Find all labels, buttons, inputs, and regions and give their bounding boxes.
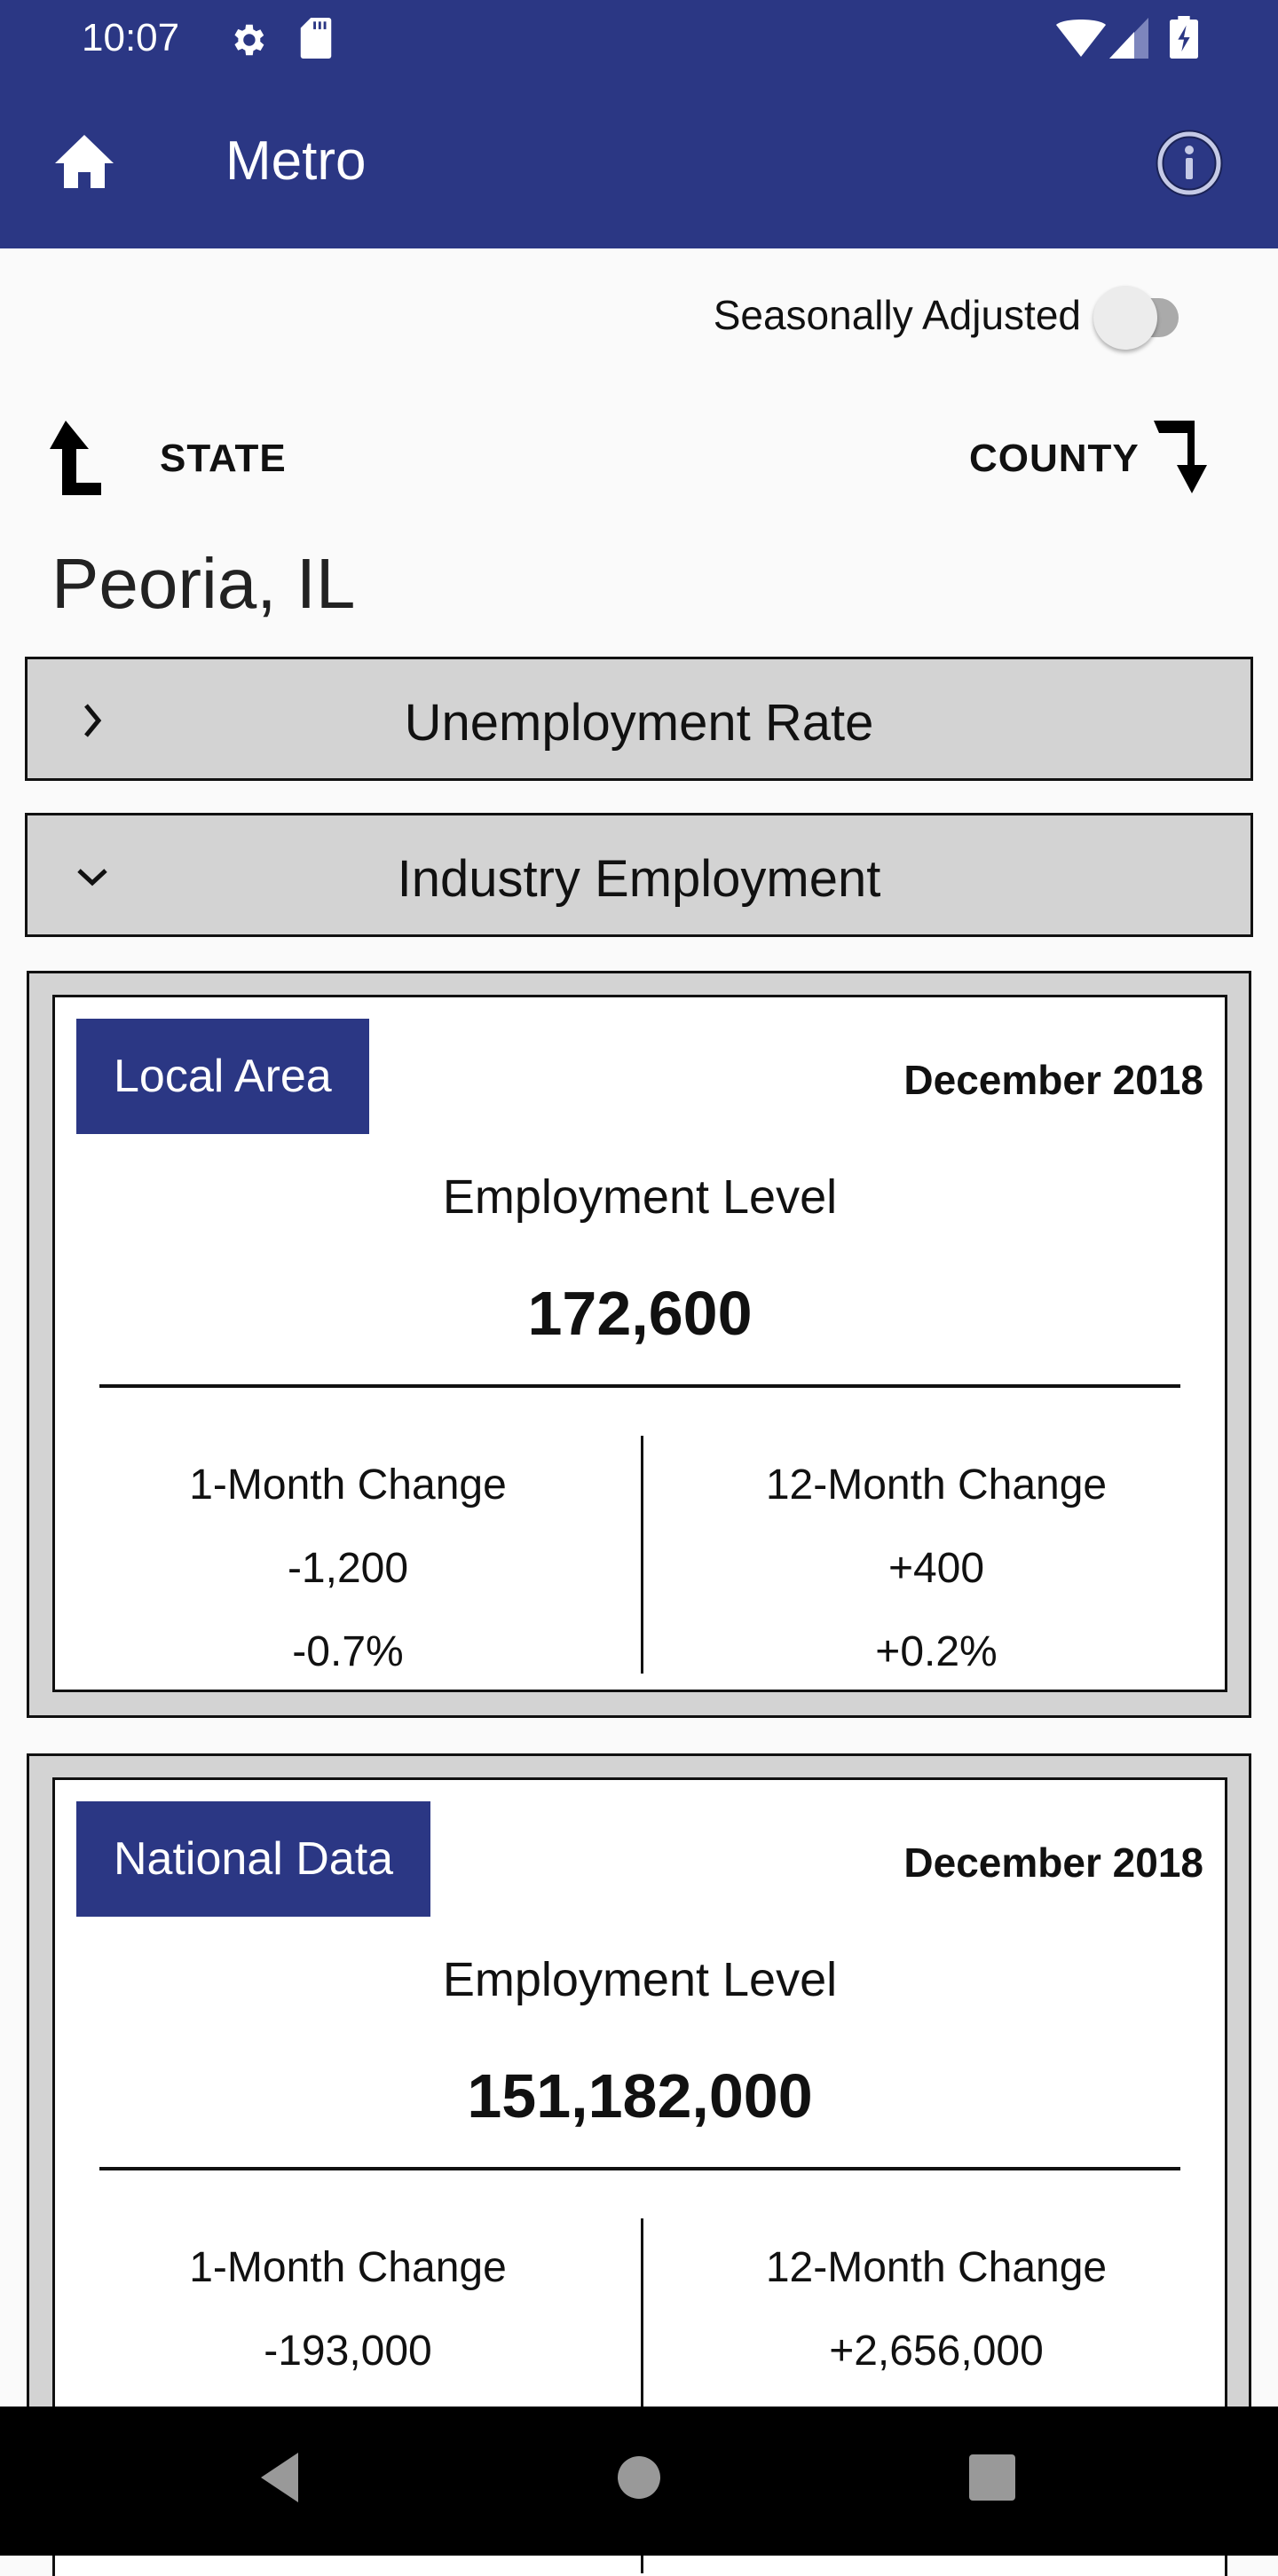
system-navigation-bar xyxy=(0,2407,1278,2556)
turn-down-arrow-icon xyxy=(1154,421,1207,493)
cell-signal-icon xyxy=(1109,18,1148,59)
section-title: Unemployment Rate xyxy=(404,694,874,752)
card-tag: Local Area xyxy=(76,1019,369,1134)
change-label: 1-Month Change xyxy=(189,1461,507,1509)
place-title: Peoria, IL xyxy=(51,544,356,623)
card-tag: National Data xyxy=(76,1801,431,1917)
toggle-thumb xyxy=(1093,286,1157,350)
divider xyxy=(99,2167,1180,2170)
change-value: -1,200 xyxy=(287,1545,409,1592)
page-title: Metro xyxy=(225,130,367,192)
change-value: +2,656,000 xyxy=(829,2328,1044,2375)
metric-value: 151,182,000 xyxy=(467,2061,813,2131)
twelve-month-change: 12-Month Change +400 +0.2% xyxy=(643,1459,1229,1709)
metric-label: Employment Level xyxy=(442,1170,838,1224)
status-bar: 10:07 xyxy=(0,0,1278,75)
home-icon xyxy=(55,135,114,188)
change-label: 12-Month Change xyxy=(765,2244,1108,2291)
divider xyxy=(99,1384,1180,1388)
change-value: +400 xyxy=(888,1545,985,1592)
seasonally-adjusted-toggle[interactable] xyxy=(1093,286,1200,350)
info-button[interactable] xyxy=(1154,128,1225,199)
section-industry-employment[interactable]: Industry Employment xyxy=(25,813,1253,937)
home-circle-icon[interactable] xyxy=(616,2451,662,2504)
home-button[interactable] xyxy=(53,133,115,190)
go-to-state-button[interactable]: STATE xyxy=(48,417,314,497)
app-header: 10:07 Metro xyxy=(0,0,1278,248)
change-label: 1-Month Change xyxy=(189,2244,507,2291)
change-percent: +0.2% xyxy=(875,1628,998,1675)
settings-icon xyxy=(234,24,264,56)
metric-value: 172,600 xyxy=(527,1279,753,1348)
one-month-change: 1-Month Change -1,200 -0.7% xyxy=(55,1459,641,1709)
change-percent: -0.7% xyxy=(292,1628,404,1675)
twelve-month-change: 12-Month Change +2,656,000 xyxy=(643,2241,1229,2408)
change-value: -193,000 xyxy=(264,2328,432,2375)
section-unemployment-rate[interactable]: Unemployment Rate xyxy=(25,657,1253,781)
local-area-card: Local Area December 2018 Employment Leve… xyxy=(27,971,1251,1718)
change-label: 12-Month Change xyxy=(765,1461,1108,1509)
turn-up-arrow-icon xyxy=(50,421,101,495)
battery-charging-icon xyxy=(1170,16,1198,59)
card-date: December 2018 xyxy=(903,1839,1203,1886)
metric-label: Employment Level xyxy=(442,1953,838,2006)
one-month-change: 1-Month Change -193,000 xyxy=(55,2241,641,2408)
go-to-county-button[interactable]: COUNTY xyxy=(958,417,1242,497)
state-label: STATE xyxy=(160,437,287,480)
sd-card-icon xyxy=(300,18,332,59)
status-time: 10:07 xyxy=(82,16,180,59)
county-label: COUNTY xyxy=(969,437,1140,480)
back-icon[interactable] xyxy=(257,2451,302,2504)
info-icon xyxy=(1156,130,1223,197)
seasonally-adjusted-label: Seasonally Adjusted xyxy=(713,292,1081,338)
section-title: Industry Employment xyxy=(397,850,881,908)
card-content: Local Area December 2018 Employment Leve… xyxy=(52,995,1227,1692)
wifi-icon xyxy=(1056,20,1106,57)
recents-icon[interactable] xyxy=(967,2451,1017,2504)
card-date: December 2018 xyxy=(903,1057,1203,1103)
